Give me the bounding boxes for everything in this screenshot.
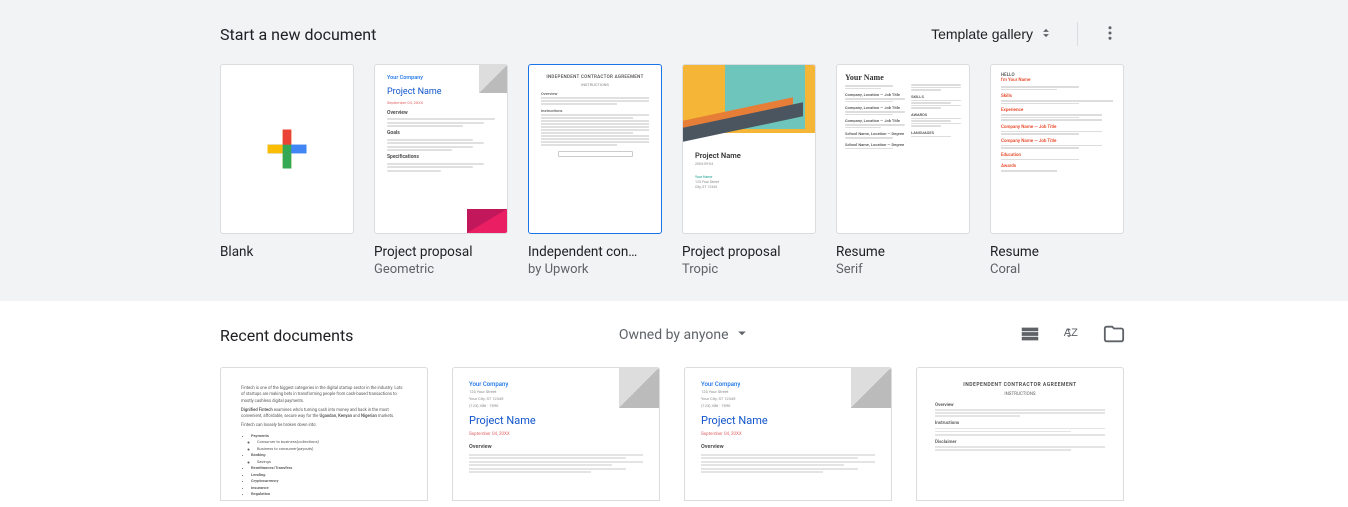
template-thumb: HELLOI'm Your Name Skills Experience Com… [990,64,1124,234]
doc-brand: Your Company [701,380,875,389]
template-label: Project proposal [682,244,816,260]
template-sublabel: Serif [836,262,970,277]
template-sublabel: by Upwork [528,262,662,277]
doc-thumb: Fintech is one of the biggest categories… [220,367,428,501]
doc-card[interactable]: Fintech is one of the biggest categories… [220,367,428,501]
plus-icon [221,65,353,233]
template-thumb: Your Name Company, Location — Job Title … [836,64,970,234]
template-sublabel: Geometric [374,262,508,277]
template-thumb: Project Name 20XX-09-04 Your Name 123 Yo… [682,64,816,234]
doc-heading: Project Name [701,413,875,430]
doc-thumb: INDEPENDENT CONTRACTOR AGREEMENT INSTRUC… [916,367,1124,501]
template-label: Independent con… [528,244,662,260]
template-thumb: INDEPENDENT CONTRACTOR AGREEMENT INSTRUC… [528,64,662,234]
doc-heading: Project Name [469,413,643,430]
template-sublabel: Tropic [682,262,816,277]
template-sublabel: Coral [990,262,1124,277]
template-resume-serif[interactable]: Your Name Company, Location — Job Title … [836,64,970,277]
divider [1077,22,1078,46]
recent-tools: AZ [1016,321,1128,349]
svg-text:Z: Z [1071,326,1078,338]
thumb-heading: INDEPENDENT CONTRACTOR AGREEMENT [541,75,649,80]
more-vert-icon [1101,24,1119,45]
template-label: Blank [220,244,354,260]
recent-docs-row: Fintech is one of the biggest categories… [220,367,1128,501]
doc-card[interactable]: Your Company 123 Your Street Your City, … [452,367,660,501]
list-view-button[interactable] [1016,321,1044,349]
doc-section: Overview [701,443,875,451]
doc-section: Disclaimer [935,440,1105,445]
list-view-icon [1019,323,1041,348]
templates-section: Start a new document Template gallery [0,0,1348,301]
template-gallery-button[interactable]: Template gallery [921,18,1063,51]
sort-az-icon: AZ [1061,323,1083,348]
template-label: Project proposal [374,244,508,260]
doc-sub: INSTRUCTIONS [935,392,1105,397]
template-label: Resume [836,244,970,260]
doc-section: Overview [935,403,1105,408]
doc-date: September 04, 20XX [701,432,875,439]
template-proposal-geometric[interactable]: Your Company Project Name September 04, … [374,64,508,277]
recent-section: Recent documents Owned by anyone AZ [0,301,1348,501]
doc-date: September 04, 20XX [469,432,643,439]
recent-header: Recent documents Owned by anyone AZ [220,321,1128,349]
templates-row: Blank Your Company Project Name Septembe… [220,64,1128,277]
template-proposal-tropic[interactable]: Project Name 20XX-09-04 Your Name 123 Yo… [682,64,816,277]
ownership-filter[interactable]: Owned by anyone [619,324,751,346]
doc-thumb: Your Company 123 Your Street Your City, … [684,367,892,501]
template-blank-thumb [220,64,354,234]
templates-actions: Template gallery [921,16,1128,52]
thumb-brand: Your Company [387,75,495,83]
templates-title: Start a new document [220,25,376,44]
templates-header: Start a new document Template gallery [220,16,1128,52]
doc-card[interactable]: INDEPENDENT CONTRACTOR AGREEMENT INSTRUC… [916,367,1124,501]
template-independent-contractor[interactable]: INDEPENDENT CONTRACTOR AGREEMENT INSTRUC… [528,64,662,277]
dropdown-icon [733,324,751,346]
doc-brand: Your Company [469,380,643,389]
template-resume-coral[interactable]: HELLOI'm Your Name Skills Experience Com… [990,64,1124,277]
unfold-icon [1039,24,1053,45]
template-label: Resume [990,244,1124,260]
doc-section: Instructions [935,421,1105,426]
template-gallery-label: Template gallery [931,26,1033,42]
doc-thumb: Your Company 123 Your Street Your City, … [452,367,660,501]
template-blank[interactable]: Blank [220,64,354,277]
template-thumb: Your Company Project Name September 04, … [374,64,508,234]
open-file-picker-button[interactable] [1100,321,1128,349]
recent-title: Recent documents [220,326,353,345]
doc-card[interactable]: Your Company 123 Your Street Your City, … [684,367,892,501]
thumb-heading: Project Name [387,86,495,99]
folder-icon [1103,323,1125,348]
thumb-heading: Project Name [695,151,803,160]
more-options-button[interactable] [1092,16,1128,52]
thumb-heading: Your Name [845,73,905,82]
doc-section: Overview [469,443,643,451]
doc-heading: INDEPENDENT CONTRACTOR AGREEMENT [935,382,1105,388]
ownership-filter-label: Owned by anyone [619,327,729,343]
sort-button[interactable]: AZ [1058,321,1086,349]
